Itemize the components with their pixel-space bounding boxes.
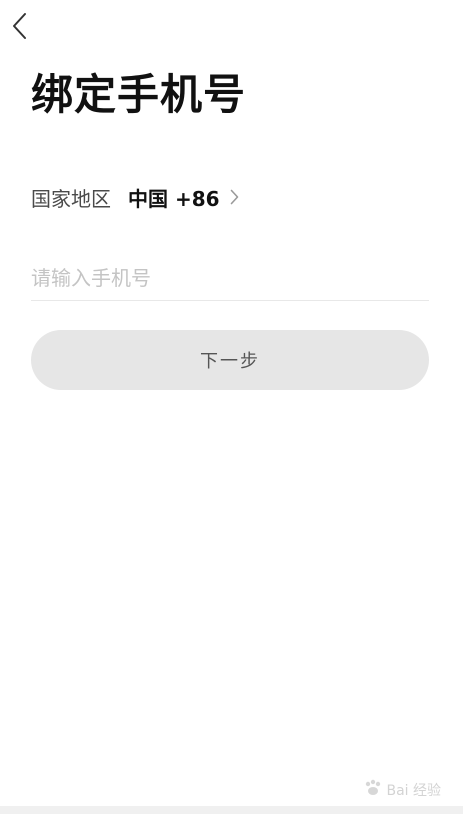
bottom-bar <box>0 806 463 814</box>
chevron-left-icon <box>11 12 27 44</box>
paw-icon <box>363 778 383 802</box>
watermark-text: Bai 经验 <box>386 783 441 799</box>
watermark: Bai 经验 <box>363 778 441 802</box>
next-button[interactable]: 下一步 <box>31 330 429 390</box>
page-title: 绑定手机号 <box>31 70 247 119</box>
region-value: 中国 +86 <box>128 186 220 211</box>
back-button[interactable] <box>6 12 32 44</box>
phone-input[interactable] <box>31 256 429 301</box>
region-label: 国家地区 <box>31 186 111 211</box>
region-row: 国家地区 中国 +86 <box>31 182 239 212</box>
chevron-right-icon <box>230 189 239 205</box>
region-selector[interactable]: 中国 +86 <box>128 183 239 212</box>
